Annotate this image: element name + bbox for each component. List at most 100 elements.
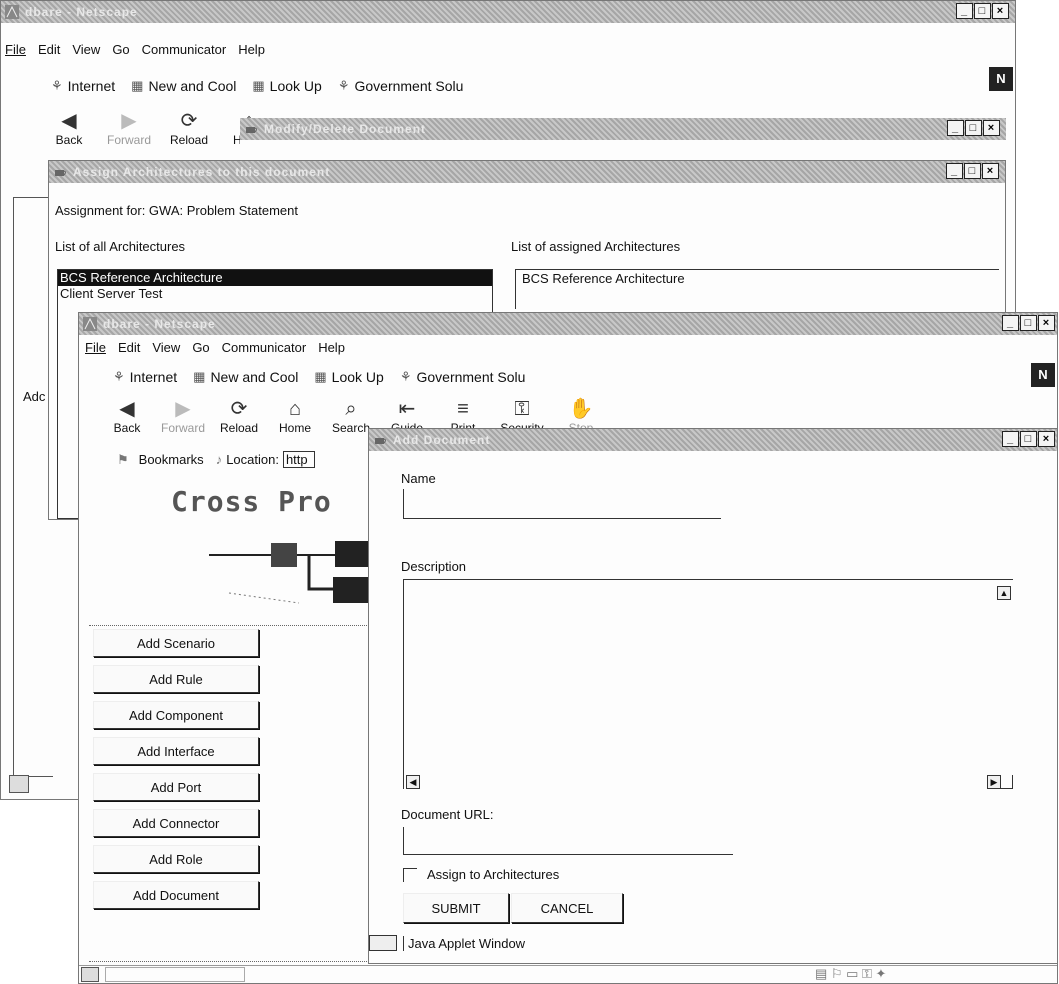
minimize-icon[interactable]: _	[1002, 431, 1019, 447]
bookmarks-button[interactable]: Bookmarks	[139, 452, 204, 467]
link-icon: ⚘	[51, 78, 63, 93]
front-browser-title-bar[interactable]: dbare - Netscape _ □ ×	[79, 313, 1057, 335]
folder-icon: ▦	[193, 369, 206, 384]
all-architectures-label: List of all Architectures	[55, 239, 186, 254]
cancel-button[interactable]: CANCEL	[511, 893, 623, 923]
status-text-area	[105, 967, 245, 982]
add-document-title-bar[interactable]: Add Document _ □ ×	[369, 429, 1057, 451]
add-document-window: Add Document _ □ × Name Description ▲ ◀ …	[368, 428, 1058, 964]
netscape-icon	[82, 316, 98, 332]
minimize-icon[interactable]: _	[1002, 315, 1019, 331]
menu-go[interactable]: Go	[192, 340, 209, 355]
netscape-logo: N	[989, 67, 1013, 91]
bookmark-new-and-cool[interactable]: ▦ New and Cool	[131, 74, 236, 98]
maximize-icon[interactable]: □	[1020, 431, 1037, 447]
menu-go[interactable]: Go	[112, 42, 129, 57]
reload-icon: ⟳	[230, 398, 248, 420]
menu-communicator[interactable]: Communicator	[222, 340, 307, 355]
assign-checkbox[interactable]	[403, 867, 417, 882]
java-cup-icon	[372, 432, 388, 448]
bookmark-internet[interactable]: ⚘ Internet	[51, 74, 115, 98]
menu-help[interactable]: Help	[318, 340, 345, 355]
forward-button[interactable]: ▶ Forward	[99, 109, 159, 147]
forward-button[interactable]: ▶ Forward	[155, 397, 211, 435]
scroll-right-icon[interactable]: ▶	[987, 775, 1001, 789]
applet-warning-bar: Java Applet Window	[369, 935, 525, 951]
bookmark-look-up[interactable]: ▦ Look Up	[314, 365, 383, 389]
scroll-left-icon[interactable]: ◀	[406, 775, 420, 789]
bookmark-government[interactable]: ⚘ Government Solu	[400, 365, 526, 389]
stop-icon: ✋	[568, 398, 594, 420]
add-button-6[interactable]: Add Role	[93, 845, 259, 873]
list-item[interactable]: BCS Reference Architecture	[516, 270, 999, 288]
add-button-3[interactable]: Add Interface	[93, 737, 259, 765]
description-textarea[interactable]: ▲ ◀ ▶	[403, 579, 1013, 789]
menu-file[interactable]: File	[5, 42, 26, 57]
document-url-field[interactable]	[403, 827, 733, 855]
maximize-icon[interactable]: □	[1020, 315, 1037, 331]
minimize-icon[interactable]: _	[956, 3, 973, 19]
add-button-7[interactable]: Add Document	[93, 881, 259, 909]
reload-button[interactable]: ⟳ Reload	[159, 109, 219, 147]
maximize-icon[interactable]: □	[974, 3, 991, 19]
close-icon[interactable]: ×	[982, 163, 999, 179]
reload-button[interactable]: ⟳ Reload	[211, 397, 267, 435]
menu-view[interactable]: View	[72, 42, 100, 57]
back-personal-toolbar: ⚘ Internet ▦ New and Cool ▦ Look Up ⚘ Govern…	[51, 74, 479, 98]
name-label: Name	[401, 471, 436, 486]
close-icon[interactable]: ×	[1038, 315, 1055, 331]
add-button-4[interactable]: Add Port	[93, 773, 259, 801]
resize-corner[interactable]	[1001, 775, 1013, 789]
close-icon[interactable]: ×	[983, 120, 1000, 136]
add-button-2[interactable]: Add Component	[93, 701, 259, 729]
minimize-icon[interactable]: _	[946, 163, 963, 179]
add-button-5[interactable]: Add Connector	[93, 809, 259, 837]
menu-edit[interactable]: Edit	[118, 340, 140, 355]
list-item[interactable]: BCS Reference Architecture	[58, 270, 492, 286]
modify-window-controls: _ □ ×	[947, 120, 1000, 136]
home-button[interactable]: ⌂Home	[267, 397, 323, 435]
banner-title: Cross Pro	[171, 485, 332, 518]
add-button-0[interactable]: Add Scenario	[93, 629, 259, 657]
scroll-up-icon[interactable]: ▲	[997, 586, 1011, 600]
name-field[interactable]	[403, 489, 721, 519]
menu-edit[interactable]: Edit	[38, 42, 60, 57]
back-button[interactable]: ◀ Back	[39, 109, 99, 147]
java-warning-icon	[369, 935, 397, 951]
close-icon[interactable]: ×	[1038, 431, 1055, 447]
submit-button[interactable]: SUBMIT	[403, 893, 509, 923]
link-icon: ⚘	[113, 369, 125, 384]
menu-file[interactable]: File	[85, 340, 106, 355]
menu-help[interactable]: Help	[238, 42, 265, 57]
banner-divider	[89, 625, 369, 626]
list-item[interactable]: Client Server Test	[58, 286, 492, 302]
bookmark-new-and-cool[interactable]: ▦ New and Cool	[193, 365, 298, 389]
netscape-logo: N	[1031, 363, 1055, 387]
back-window-controls: _ □ ×	[956, 3, 1009, 19]
bookmark-look-up[interactable]: ▦ Look Up	[252, 74, 321, 98]
back-left-label: Adc	[23, 389, 46, 404]
location-input[interactable]: http	[282, 451, 315, 468]
menu-view[interactable]: View	[152, 340, 180, 355]
folder-icon: ▦	[252, 78, 265, 93]
back-status-icon	[9, 775, 29, 793]
search-icon: ⌕	[345, 398, 357, 420]
back-browser-title-bar[interactable]: dbare - Netscape _ □ ×	[1, 1, 1015, 23]
menu-communicator[interactable]: Communicator	[142, 42, 227, 57]
maximize-icon[interactable]: □	[964, 163, 981, 179]
back-button[interactable]: ◀ Back	[99, 397, 155, 435]
add-button-1[interactable]: Add Rule	[93, 665, 259, 693]
bookmark-icon: ⚑	[117, 451, 129, 467]
maximize-icon[interactable]: □	[965, 120, 982, 136]
assigned-architectures-list[interactable]: BCS Reference Architecture	[515, 269, 999, 309]
assign-checkbox-row[interactable]: Assign to Architectures	[403, 867, 559, 882]
bookmark-internet[interactable]: ⚘ Internet	[113, 365, 177, 389]
minimize-icon[interactable]: _	[947, 120, 964, 136]
close-icon[interactable]: ×	[992, 3, 1009, 19]
home-icon: ⌂	[288, 398, 302, 420]
back-menu-bar: File Edit View Go Communicator Help	[1, 39, 277, 61]
bookmark-government[interactable]: ⚘ Government Solu	[338, 74, 464, 98]
assign-title-bar[interactable]: Assign Architectures to this document _ …	[49, 161, 1005, 183]
front-status-bar: ▤ ⚐ ▭ ⚿ ✦	[79, 965, 1057, 983]
modify-delete-title-bar[interactable]: Modify/Delete Document _ □ ×	[240, 118, 1006, 140]
